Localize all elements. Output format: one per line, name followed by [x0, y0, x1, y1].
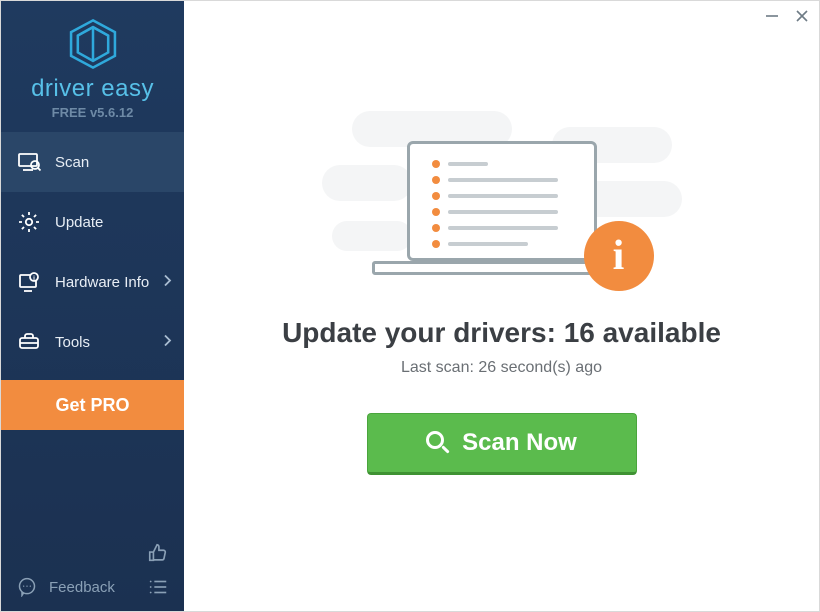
chevron-right-icon — [164, 335, 172, 350]
sidebar-item-scan[interactable]: Scan — [1, 132, 184, 192]
scan-headline: Update your drivers: 16 available — [282, 317, 721, 349]
get-pro-label: Get PRO — [55, 395, 129, 416]
feedback-button[interactable]: Feedback — [15, 575, 115, 599]
chat-icon — [15, 575, 39, 599]
info-badge-icon: i — [584, 221, 654, 291]
app-version: FREE v5.6.12 — [52, 105, 134, 120]
laptop-illustration: i — [322, 111, 682, 281]
sidebar-item-label: Scan — [55, 154, 89, 171]
main-panel: i Update your drivers: 16 available Last… — [184, 1, 819, 611]
app-name: driver easy — [31, 75, 154, 103]
sidebar-item-update[interactable]: Update — [1, 192, 184, 252]
sidebar: driver easy FREE v5.6.12 Scan U — [1, 1, 184, 611]
gear-icon — [17, 210, 41, 234]
sidebar-bottom: Feedback — [1, 541, 184, 611]
scan-now-label: Scan Now — [462, 429, 577, 457]
tools-icon — [17, 330, 41, 354]
window-controls — [765, 9, 809, 27]
chevron-right-icon — [164, 275, 172, 290]
scan-now-button[interactable]: Scan Now — [367, 413, 637, 475]
scan-hero: i Update your drivers: 16 available Last… — [184, 1, 819, 611]
hardware-info-icon: i — [17, 270, 41, 294]
monitor-search-icon — [17, 150, 41, 174]
feedback-label: Feedback — [49, 579, 115, 596]
sidebar-item-hardware-info[interactable]: i Hardware Info — [1, 252, 184, 312]
app-logo-block: driver easy FREE v5.6.12 — [1, 1, 184, 132]
close-button[interactable] — [795, 9, 809, 27]
sidebar-item-label: Hardware Info — [55, 274, 149, 291]
sidebar-item-label: Tools — [55, 334, 90, 351]
sidebar-item-tools[interactable]: Tools — [1, 312, 184, 372]
sidebar-item-label: Update — [55, 214, 103, 231]
minimize-button[interactable] — [765, 9, 779, 27]
app-logo-icon — [66, 17, 120, 71]
scan-subline: Last scan: 26 second(s) ago — [401, 359, 602, 377]
search-icon — [426, 431, 450, 455]
svg-text:i: i — [33, 275, 35, 282]
sidebar-nav: Scan Update i Hardware Info — [1, 132, 184, 430]
get-pro-button[interactable]: Get PRO — [1, 380, 184, 430]
thumbs-up-icon[interactable] — [146, 541, 170, 565]
menu-list-icon[interactable] — [146, 575, 170, 599]
